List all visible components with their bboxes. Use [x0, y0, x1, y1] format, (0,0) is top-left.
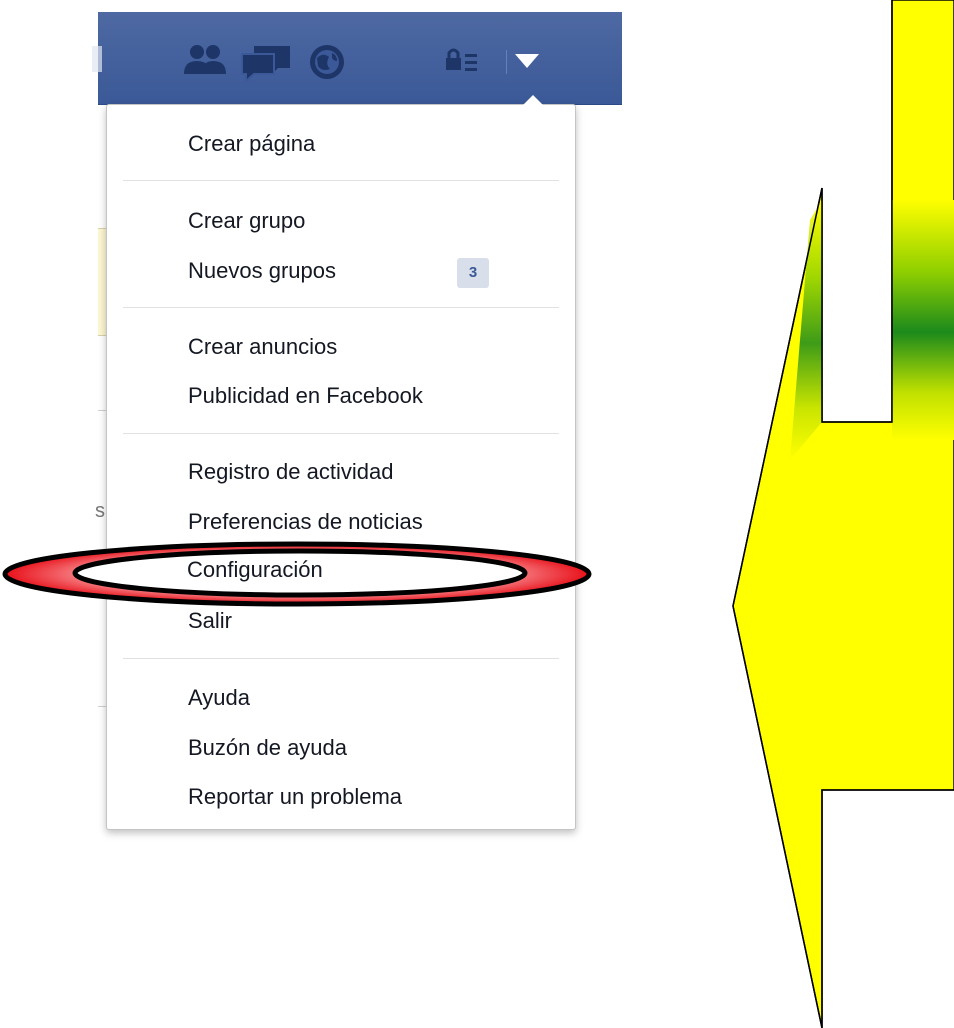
menu-item-help[interactable]: Ayuda [188, 685, 250, 711]
dropdown-pointer [522, 95, 544, 106]
privacy-shortcuts-icon[interactable] [442, 42, 482, 76]
menu-item-news-preferences[interactable]: Preferencias de noticias [188, 509, 423, 535]
highlighted-settings-label[interactable]: Configuración [187, 557, 323, 583]
friends-icon[interactable] [182, 42, 228, 78]
menu-item-advertising[interactable]: Publicidad en Facebook [188, 383, 423, 409]
globe-icon[interactable] [306, 42, 348, 82]
account-dropdown-menu: Crear página Crear grupo Nuevos grupos 3… [106, 95, 576, 830]
menu-item-create-page[interactable]: Crear página [188, 131, 315, 157]
search-icon-fragment [92, 46, 102, 72]
menu-item-support-inbox[interactable]: Buzón de ayuda [188, 735, 347, 761]
messages-icon[interactable] [240, 42, 292, 82]
menu-divider [123, 307, 559, 308]
menu-divider [123, 658, 559, 659]
menu-divider [123, 180, 559, 181]
pointer-arrow-shape [732, 0, 954, 1028]
menu-item-report-problem[interactable]: Reportar un problema [188, 784, 402, 810]
menu-divider [123, 433, 559, 434]
menu-item-create-ads[interactable]: Crear anuncios [188, 334, 337, 360]
menu-item-activity-log[interactable]: Registro de actividad [188, 459, 393, 485]
menu-item-logout[interactable]: Salir [188, 608, 232, 634]
background-text-fragment: s [95, 500, 105, 522]
new-groups-count-badge: 3 [457, 258, 489, 288]
menu-item-create-group[interactable]: Crear grupo [188, 208, 305, 234]
facebook-top-bar [92, 12, 622, 105]
menu-item-new-groups[interactable]: Nuevos grupos [188, 258, 336, 284]
toolbar-separator [506, 50, 507, 74]
chevron-down-icon[interactable] [513, 42, 541, 76]
